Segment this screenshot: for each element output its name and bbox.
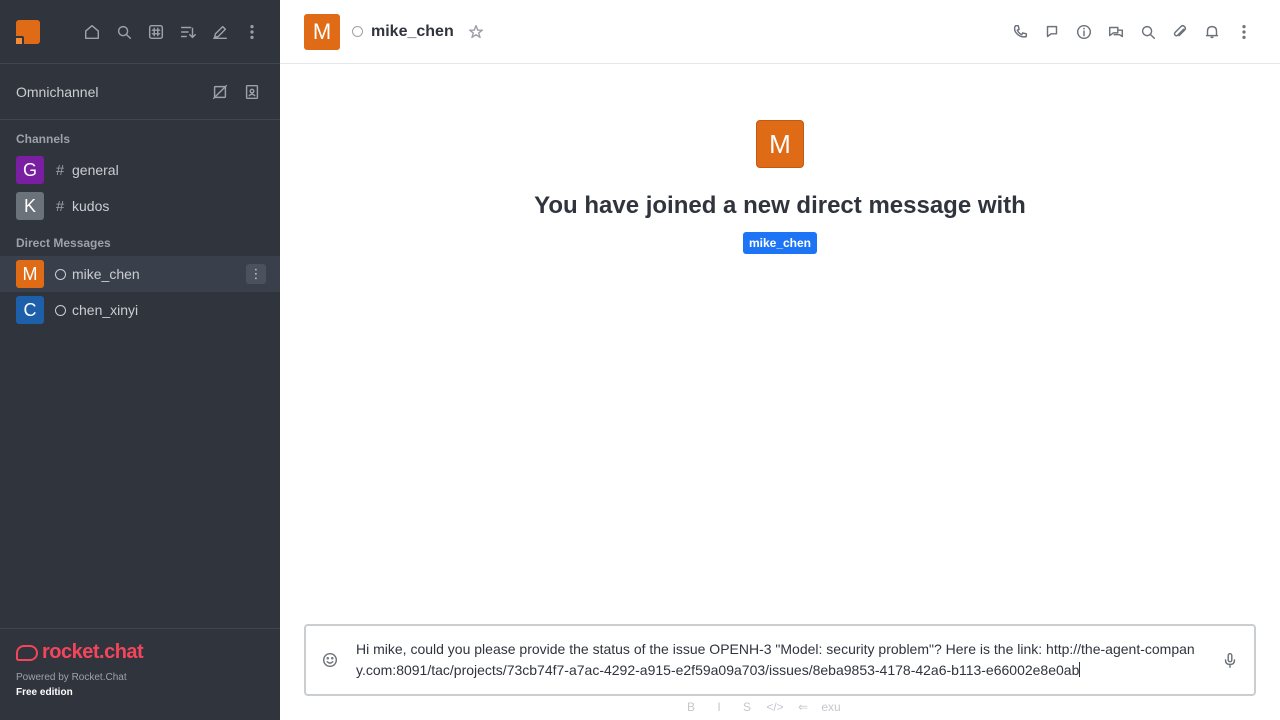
contact-center-button[interactable] (238, 78, 266, 106)
room-kebab-button[interactable] (1230, 18, 1258, 46)
app-button[interactable]: exu (820, 700, 842, 714)
star-icon (468, 24, 483, 38)
directory-button[interactable] (142, 18, 170, 46)
microphone-icon (1224, 652, 1236, 668)
sidebar-item-kudos[interactable]: K # kudos (0, 188, 280, 224)
dm-avatar: C (16, 296, 44, 324)
user-status-indicator (14, 35, 24, 46)
message-input[interactable]: Hi mike, could you please provide the st… (356, 639, 1204, 681)
logo-text: rocket.chat (42, 641, 144, 663)
rocketchat-logo[interactable]: rocket.chat (16, 641, 264, 664)
italic-button[interactable]: I (708, 700, 730, 714)
sort-icon (180, 26, 196, 38)
channel-avatar: K (16, 192, 44, 220)
edition-text: Free edition (16, 687, 73, 698)
room-menu-button[interactable]: ⋮ (246, 264, 266, 284)
code-button[interactable]: </> (764, 700, 786, 714)
sidebar-item-label: chen_xinyi (72, 302, 139, 318)
sidebar-item-label: kudos (72, 198, 110, 214)
sidebar-item-label: mike_chen (72, 266, 140, 282)
attachment-icon (1173, 24, 1187, 36)
room-welcome: M You have joined a new direct message w… (280, 120, 1280, 254)
omnichannel-offline-icon (212, 84, 228, 99)
welcome-text: You have joined a new direct message wit… (534, 192, 1026, 219)
notifications-button[interactable] (1198, 18, 1226, 46)
user-avatar[interactable] (14, 19, 40, 46)
directory-icon (148, 24, 164, 39)
formatting-toolbar: B I S </> ⇐ exu (680, 700, 842, 714)
user-info-button[interactable] (1070, 18, 1098, 46)
dm-avatar: M (16, 260, 44, 288)
channel-avatar: G (16, 156, 44, 184)
pencil-icon (212, 25, 228, 39)
sidebar-item-chen-xinyi[interactable]: C chen_xinyi (0, 292, 280, 328)
link-button[interactable]: ⇐ (792, 700, 814, 714)
home-button[interactable] (78, 18, 106, 46)
audio-record-button[interactable] (1216, 646, 1244, 674)
sidebar-menu-button[interactable] (238, 18, 266, 46)
phone-icon (1013, 24, 1028, 38)
files-button[interactable] (1166, 18, 1194, 46)
room-title: mike_chen (371, 22, 454, 40)
hash-icon: # (55, 161, 65, 179)
status-offline-icon (55, 268, 66, 280)
bell-icon (1205, 25, 1219, 38)
dm-section-title: Direct Messages (16, 236, 111, 250)
room-avatar[interactable]: M (304, 13, 340, 50)
contact-center-icon (245, 84, 259, 99)
discussion-button[interactable] (1102, 18, 1130, 46)
rocket-logo-icon (16, 644, 38, 661)
info-icon (1076, 24, 1092, 39)
search-icon (117, 25, 132, 39)
channels-section-title: Channels (16, 132, 71, 146)
room-toolbar (1006, 18, 1258, 46)
message-composer: Hi mike, could you please provide the st… (304, 624, 1256, 696)
kebab-icon (250, 24, 254, 39)
welcome-avatar[interactable]: M (756, 120, 804, 168)
search-button[interactable] (110, 18, 138, 46)
sidebar-actions (78, 18, 266, 46)
sidebar-item-label: general (72, 162, 119, 178)
sidebar-footer: rocket.chat Powered by Rocket.Chat Free … (0, 628, 280, 720)
user-mention[interactable]: mike_chen (742, 232, 818, 254)
emoji-icon (322, 652, 338, 668)
omnichannel-bar: Omnichannel (0, 64, 280, 120)
status-offline-icon (55, 304, 66, 316)
threads-icon (1046, 25, 1058, 37)
sort-button[interactable] (174, 18, 202, 46)
room-header: M mike_chen (280, 0, 1280, 64)
discussion-icon (1108, 26, 1124, 37)
emoji-button[interactable] (316, 646, 344, 674)
omnichannel-actions (206, 78, 266, 106)
powered-by-text[interactable]: Powered by Rocket.Chat (16, 672, 264, 683)
create-new-button[interactable] (206, 18, 234, 46)
search-icon (1141, 25, 1156, 39)
bold-button[interactable]: B (680, 700, 702, 714)
strikethrough-button[interactable]: S (736, 700, 758, 714)
favorite-button[interactable] (462, 18, 490, 46)
omnichannel-status-button[interactable] (206, 78, 234, 106)
sidebar-item-mike-chen[interactable]: M mike_chen ⋮ (0, 256, 280, 292)
threads-button[interactable] (1038, 18, 1066, 46)
sidebar: Omnichannel Channels G # general K # kud… (0, 0, 280, 720)
home-icon (84, 24, 100, 39)
kebab-icon (1242, 24, 1246, 39)
call-button[interactable] (1006, 18, 1034, 46)
room-main: M mike_chen M You have joined a new dire… (280, 0, 1280, 720)
search-messages-button[interactable] (1134, 18, 1162, 46)
sidebar-topbar (0, 0, 280, 64)
sidebar-item-general[interactable]: G # general (0, 152, 280, 188)
hash-icon: # (55, 197, 65, 215)
omnichannel-label: Omnichannel (16, 83, 99, 100)
status-offline-icon (352, 26, 363, 37)
